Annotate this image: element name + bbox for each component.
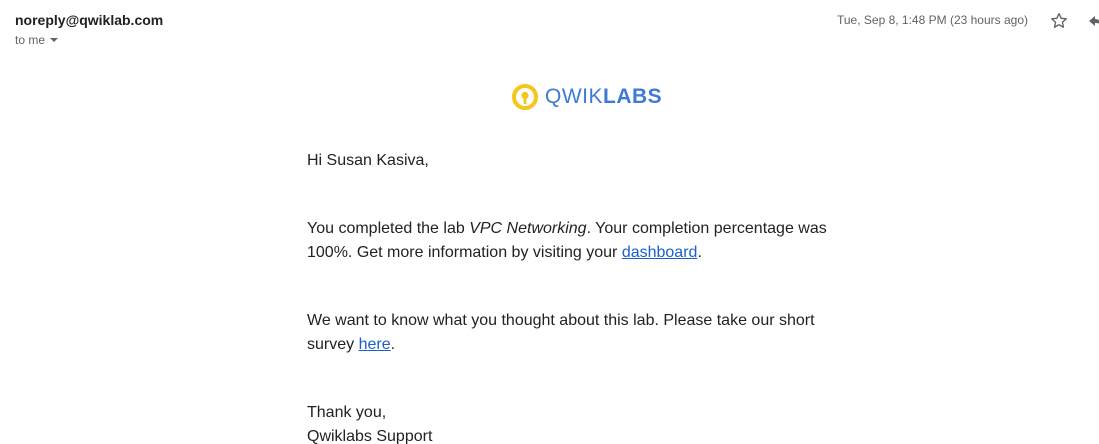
- lab-name: VPC Networking: [469, 220, 587, 237]
- recipient-label: to me: [15, 33, 46, 47]
- survey-link[interactable]: here: [359, 336, 391, 353]
- email-view: noreply@qwiklab.com to me Tue, Sep 8, 1:…: [0, 0, 1099, 444]
- sign-off: Thank you, Qwiklabs Support: [307, 401, 847, 444]
- dashboard-link[interactable]: dashboard: [622, 244, 698, 261]
- completion-paragraph: You completed the lab VPC Networking. Yo…: [307, 220, 827, 261]
- qwiklabs-logo-icon: [512, 84, 538, 110]
- email-date: Tue, Sep 8, 1:48 PM (23 hours ago): [837, 13, 1028, 27]
- survey-paragraph: We want to know what you thought about t…: [307, 312, 815, 353]
- closing-line: Thank you,: [307, 404, 387, 421]
- qwiklabs-logo: QWIKLABS: [511, 83, 662, 111]
- qwiklabs-wordmark: QWIKLABS: [545, 85, 663, 108]
- greeting: Hi Susan Kasiva,: [307, 152, 429, 169]
- recipient-details-toggle[interactable]: to me: [15, 33, 59, 47]
- chevron-down-icon: [50, 38, 59, 42]
- star-icon[interactable]: [1049, 11, 1069, 31]
- sender-address: noreply@qwiklab.com: [15, 12, 164, 28]
- reply-icon[interactable]: [1088, 13, 1099, 29]
- signature: Qwiklabs Support: [307, 428, 433, 444]
